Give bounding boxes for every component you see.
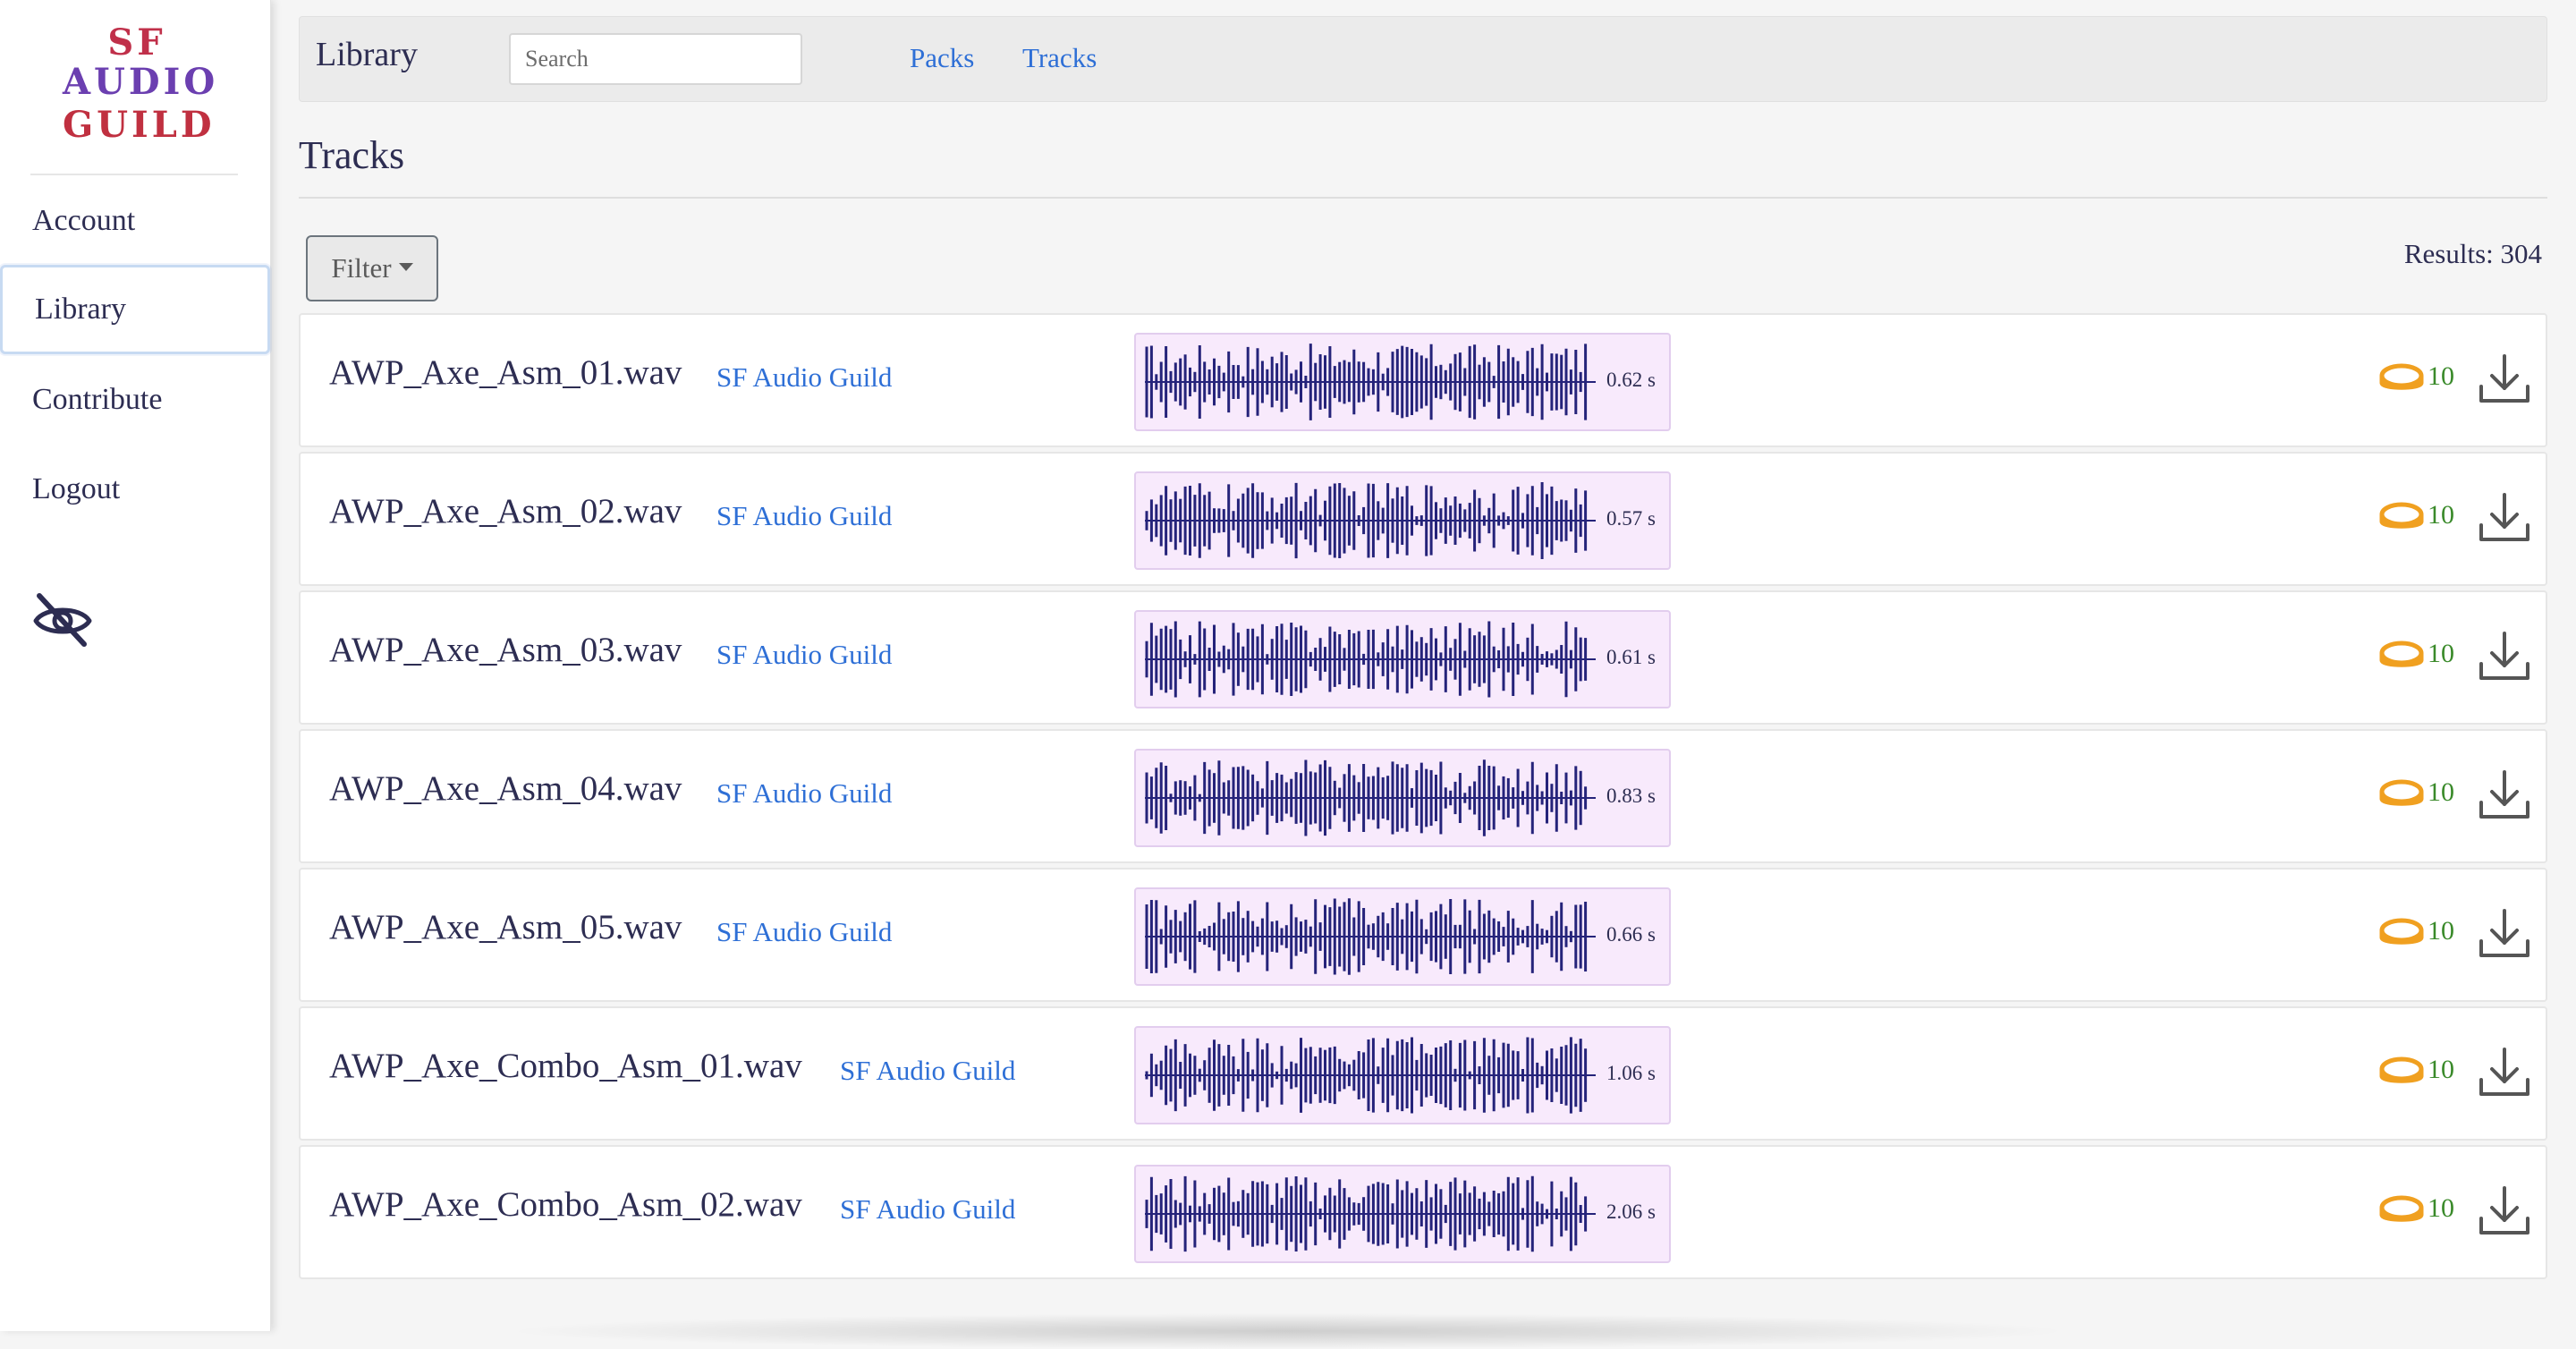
- waveform-player[interactable]: 0.66 s: [1134, 887, 1671, 986]
- download-icon[interactable]: [2476, 351, 2533, 408]
- download-icon[interactable]: [2476, 1183, 2533, 1240]
- coin-icon: [2379, 918, 2424, 945]
- coin-icon: [2379, 502, 2424, 529]
- waveform-player[interactable]: 0.83 s: [1134, 749, 1671, 847]
- track-row: AWP_Axe_Asm_01.wav SF Audio Guild 0.62 s 10: [299, 313, 2547, 447]
- sidebar-item-label: Account: [32, 204, 136, 237]
- track-artist-link[interactable]: SF Audio Guild: [716, 916, 892, 948]
- track-duration: 2.06 s: [1606, 1201, 1656, 1223]
- coin-icon: [2379, 779, 2424, 806]
- track-artist-link[interactable]: SF Audio Guild: [716, 777, 892, 810]
- top-navbar: Library Packs Tracks: [299, 16, 2547, 102]
- track-price: 10: [2428, 1193, 2454, 1223]
- page-title: Tracks: [299, 133, 405, 177]
- track-name: AWP_Axe_Asm_04.wav: [329, 769, 682, 808]
- track-price: 10: [2428, 777, 2454, 807]
- track-name: AWP_Axe_Combo_Asm_01.wav: [329, 1047, 802, 1085]
- sf-audio-guild-logo[interactable]: SF AUDIO GUILD: [63, 21, 219, 161]
- track-duration: 0.83 s: [1606, 785, 1656, 807]
- coin-icon: [2379, 363, 2424, 390]
- track-row: AWP_Axe_Asm_05.wav SF Audio Guild 0.66 s 10: [299, 868, 2547, 1002]
- download-icon[interactable]: [2476, 905, 2533, 963]
- sidebar-item-label: Contribute: [32, 383, 163, 416]
- waveform-graphic: [1145, 621, 1596, 698]
- track-name: AWP_Axe_Asm_03.wav: [329, 631, 682, 669]
- track-price: 10: [2428, 639, 2454, 668]
- waveform-player[interactable]: 2.06 s: [1134, 1165, 1671, 1263]
- track-artist-link[interactable]: SF Audio Guild: [716, 639, 892, 671]
- waveform-graphic: [1145, 344, 1596, 420]
- track-duration: 0.57 s: [1606, 507, 1656, 530]
- track-row: AWP_Axe_Asm_02.wav SF Audio Guild 0.57 s 10: [299, 452, 2547, 586]
- waveform-graphic: [1145, 1175, 1596, 1252]
- track-artist-link[interactable]: SF Audio Guild: [716, 500, 892, 532]
- filter-label: Filter: [331, 252, 392, 284]
- sidebar-item-account[interactable]: Account: [0, 176, 270, 266]
- track-price: 10: [2428, 361, 2454, 391]
- track-name: AWP_Axe_Asm_01.wav: [329, 353, 682, 392]
- waveform-player[interactable]: 0.62 s: [1134, 333, 1671, 431]
- track-duration: 1.06 s: [1606, 1062, 1656, 1084]
- eye-off-icon[interactable]: [30, 585, 95, 649]
- track-artist-link[interactable]: SF Audio Guild: [716, 361, 892, 394]
- track-duration: 0.61 s: [1606, 646, 1656, 668]
- track-price: 10: [2428, 1055, 2454, 1084]
- coin-icon: [2379, 1195, 2424, 1222]
- track-name: AWP_Axe_Combo_Asm_02.wav: [329, 1185, 802, 1224]
- sidebar-item-label: Logout: [32, 472, 121, 505]
- title-divider: [299, 197, 2547, 199]
- results-count: Results: 304: [2403, 238, 2542, 269]
- sidebar-item-contribute[interactable]: Contribute: [0, 355, 270, 445]
- sidebar-item-logout[interactable]: Logout: [0, 445, 270, 534]
- sidebar-item-label: Library: [35, 293, 126, 326]
- download-icon[interactable]: [2476, 1044, 2533, 1101]
- track-price: 10: [2428, 500, 2454, 530]
- search-input[interactable]: [509, 33, 802, 85]
- waveform-graphic: [1145, 482, 1596, 559]
- nav-link-tracks[interactable]: Tracks: [1022, 42, 1097, 74]
- track-row: AWP_Axe_Asm_03.wav SF Audio Guild 0.61 s 10: [299, 590, 2547, 725]
- navbar-brand[interactable]: Library: [316, 35, 418, 74]
- coin-icon: [2379, 641, 2424, 667]
- sidebar-item-library[interactable]: Library: [0, 265, 270, 354]
- logo-line-guild: GUILD: [63, 104, 216, 146]
- waveform-graphic: [1145, 759, 1596, 836]
- track-price: 10: [2428, 916, 2454, 946]
- track-row: AWP_Axe_Combo_Asm_02.wav SF Audio Guild 2.…: [299, 1145, 2547, 1279]
- logo-line-sf: SF: [107, 21, 166, 64]
- track-name: AWP_Axe_Asm_05.wav: [329, 908, 682, 946]
- download-icon[interactable]: [2476, 767, 2533, 824]
- track-duration: 0.62 s: [1606, 369, 1656, 391]
- track-artist-link[interactable]: SF Audio Guild: [840, 1055, 1015, 1087]
- track-row: AWP_Axe_Asm_04.wav SF Audio Guild 0.83 s 10: [299, 729, 2547, 863]
- caret-down-icon: [398, 262, 413, 271]
- sidebar: SF AUDIO GUILD Account Library Contribut…: [0, 0, 271, 1331]
- download-icon[interactable]: [2476, 628, 2533, 685]
- track-row: AWP_Axe_Combo_Asm_01.wav SF Audio Guild 1.…: [299, 1006, 2547, 1141]
- nav-link-packs[interactable]: Packs: [910, 42, 974, 74]
- track-duration: 0.66 s: [1606, 923, 1656, 946]
- bottom-shadow: [501, 1313, 2075, 1349]
- waveform-graphic: [1145, 898, 1596, 975]
- sidebar-divider: [30, 174, 238, 175]
- waveform-graphic: [1145, 1037, 1596, 1114]
- track-artist-link[interactable]: SF Audio Guild: [840, 1193, 1015, 1226]
- download-icon[interactable]: [2476, 489, 2533, 547]
- track-name: AWP_Axe_Asm_02.wav: [329, 492, 682, 530]
- filter-dropdown-button[interactable]: Filter: [306, 235, 438, 301]
- waveform-player[interactable]: 0.57 s: [1134, 471, 1671, 570]
- coin-icon: [2379, 1056, 2424, 1083]
- logo-line-audio: AUDIO: [63, 61, 219, 103]
- waveform-player[interactable]: 0.61 s: [1134, 610, 1671, 708]
- waveform-player[interactable]: 1.06 s: [1134, 1026, 1671, 1124]
